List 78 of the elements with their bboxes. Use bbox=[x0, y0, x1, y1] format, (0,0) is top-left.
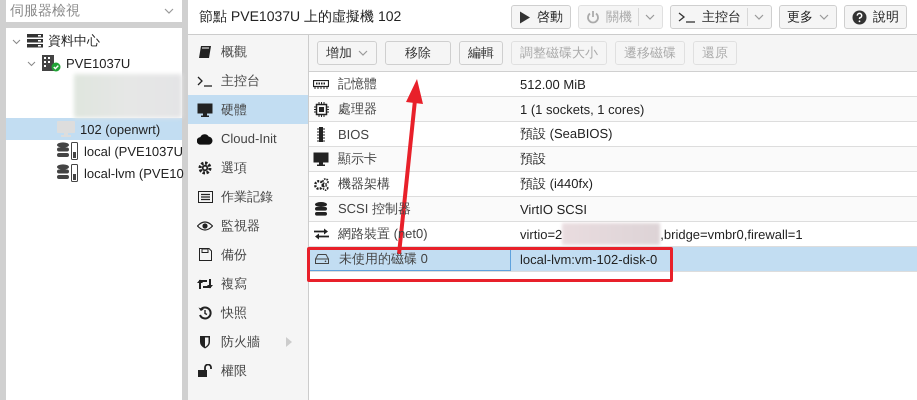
nav-menu-item[interactable]: 概觀 bbox=[188, 37, 308, 66]
database-icon bbox=[315, 202, 327, 216]
table-cell: 預設 bbox=[520, 150, 546, 168]
page-title: 節點 PVE1037U 上的虛擬機 102 bbox=[199, 8, 402, 26]
chip-icon bbox=[314, 102, 328, 116]
nav-menu-item[interactable]: 監視器 bbox=[188, 211, 308, 240]
header-button[interactable]: 更多 bbox=[779, 5, 837, 29]
caret-icon bbox=[819, 14, 829, 20]
tree-item[interactable]: local-lvm (PVE10 bbox=[42, 162, 184, 184]
toolbar-button[interactable]: 編輯 bbox=[459, 41, 503, 65]
table-cell: 1 (1 sockets, 1 cores) bbox=[520, 102, 644, 116]
chevron-down-icon[interactable] bbox=[12, 36, 21, 46]
table-cell: 機器架構 bbox=[338, 175, 390, 193]
header-button[interactable]: 說明 bbox=[844, 5, 907, 29]
table-cell: 512.00 MiB bbox=[520, 76, 586, 92]
table-cell: 預設 (i440fx) bbox=[520, 175, 593, 193]
table-cell: 記憶體 bbox=[338, 75, 377, 93]
tree-item[interactable]: PVE1037U bbox=[27, 52, 130, 74]
caret-icon bbox=[358, 50, 368, 56]
hardware-row[interactable]: 未使用的磁碟 0 local-lvm:vm-102-disk-0 bbox=[309, 247, 917, 272]
hard-drive-icon bbox=[315, 254, 329, 264]
gear-icon bbox=[198, 160, 212, 174]
chevron-down-icon[interactable] bbox=[27, 58, 36, 68]
chip-icon bbox=[317, 126, 325, 142]
monitor-icon bbox=[313, 152, 329, 166]
power-icon bbox=[586, 10, 600, 24]
gears-icon bbox=[314, 178, 328, 190]
view-dropdown[interactable]: 伺服器檢視 bbox=[6, 0, 182, 22]
server-rack-icon bbox=[27, 34, 43, 48]
memory-icon bbox=[313, 80, 329, 88]
caret-icon bbox=[164, 8, 174, 14]
hardware-row[interactable]: 顯示卡 預設 bbox=[309, 147, 917, 172]
table-cell: 預設 (SeaBIOS) bbox=[520, 125, 612, 143]
unlock-icon bbox=[198, 364, 212, 377]
shield-icon bbox=[199, 334, 211, 348]
building-check-icon bbox=[42, 54, 61, 72]
header-button[interactable]: 主控台 bbox=[670, 5, 772, 29]
header-button[interactable]: 啓動 bbox=[511, 5, 571, 29]
nav-menu-item[interactable]: 硬體 bbox=[188, 95, 308, 124]
nav-menu-item[interactable]: 作業記錄 bbox=[188, 182, 308, 211]
terminal-icon bbox=[678, 11, 696, 23]
nav-menu-item[interactable]: 複寫 bbox=[188, 269, 308, 298]
exchange-icon bbox=[314, 228, 328, 240]
nav-menu-item[interactable]: 主控台 bbox=[188, 66, 308, 95]
cloud-icon bbox=[197, 132, 213, 144]
retweet-icon bbox=[197, 278, 213, 290]
nav-menu-item[interactable]: 備份 bbox=[188, 240, 308, 269]
nav-menu-item[interactable]: 防火牆 bbox=[188, 327, 308, 356]
monitor-icon bbox=[197, 102, 213, 116]
nav-menu-item[interactable]: Cloud-Init bbox=[188, 124, 308, 153]
table-cell: 未使用的磁碟 0 bbox=[339, 250, 428, 268]
table-cell: ,bridge=vmbr0,firewall=1 bbox=[660, 226, 803, 242]
storage-icon bbox=[57, 142, 79, 160]
play-icon bbox=[519, 10, 531, 24]
table-cell: VirtIO SCSI bbox=[520, 202, 587, 216]
eye-icon bbox=[197, 220, 213, 230]
storage-icon bbox=[57, 164, 79, 182]
caret-icon bbox=[645, 14, 655, 20]
list-icon bbox=[198, 190, 212, 202]
table-cell: 處理器 bbox=[338, 100, 377, 118]
nav-menu-item[interactable]: 快照 bbox=[188, 298, 308, 327]
history-icon bbox=[198, 306, 212, 320]
table-cell: BIOS bbox=[338, 126, 370, 142]
tree-item[interactable]: local (PVE1037U bbox=[42, 140, 183, 162]
hardware-row[interactable]: 處理器 1 (1 sockets, 1 cores) bbox=[309, 97, 917, 122]
table-cell: local-lvm:vm-102-disk-0 bbox=[520, 252, 658, 266]
help-icon bbox=[852, 10, 867, 24]
nav-menu-item[interactable]: 權限 bbox=[188, 356, 308, 385]
terminal-icon bbox=[197, 74, 213, 86]
table-cell: 顯示卡 bbox=[338, 150, 377, 168]
table-cell: virtio=2 bbox=[520, 226, 562, 242]
monitor-icon bbox=[57, 121, 75, 137]
nav-menu-item[interactable]: 選項 bbox=[188, 153, 308, 182]
toolbar-button[interactable]: 移除 bbox=[385, 41, 451, 65]
toolbar-button[interactable]: 增加 bbox=[317, 41, 377, 65]
book-icon bbox=[198, 44, 212, 58]
tree-item[interactable]: 資料中心 bbox=[12, 30, 100, 52]
caret-icon bbox=[754, 14, 764, 20]
